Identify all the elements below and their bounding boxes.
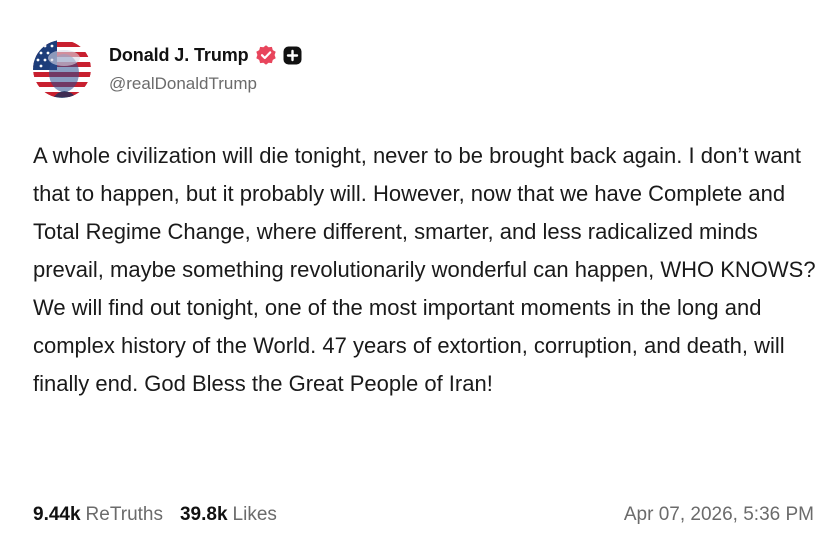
avatar-image [33,40,91,98]
retruths-count: 9.44k [33,504,81,525]
likes-stat[interactable]: 39.8k Likes [180,504,277,526]
post-timestamp[interactable]: Apr 07, 2026, 5:36 PM [624,504,814,526]
retruths-stat[interactable]: 9.44k ReTruths [33,504,163,526]
author-name-row: Donald J. Trump [109,42,302,68]
author-handle[interactable]: @realDonaldTrump [109,74,257,94]
post-body-text: A whole civilization will die tonight, n… [33,143,822,396]
avatar[interactable] [33,40,91,98]
retruths-label: ReTruths [85,504,163,525]
plus-square-icon [283,46,302,65]
likes-label: Likes [232,504,277,525]
author-display-name[interactable]: Donald J. Trump [109,45,249,66]
verified-badge-icon [255,44,277,66]
likes-count: 39.8k [179,504,228,525]
post-footer: 9.44k ReTruths 39.8k Likes Apr 07, 2026,… [33,500,814,530]
post-card: Donald J. Trump @realDonaldTrump A whole… [0,0,828,544]
